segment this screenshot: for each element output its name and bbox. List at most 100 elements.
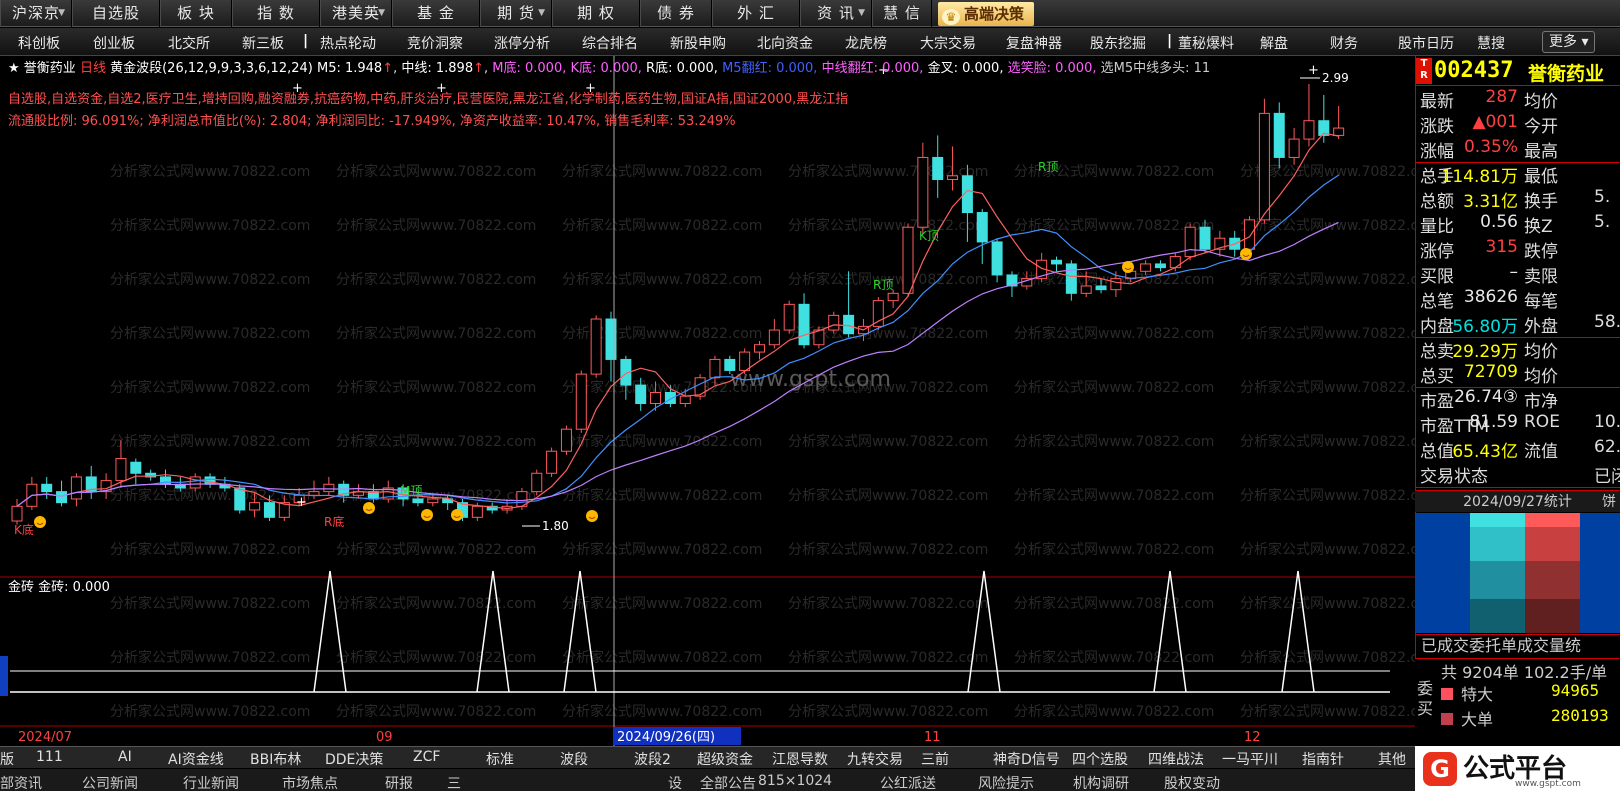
news-tab[interactable]: 三	[447, 773, 461, 791]
sub-menu-item[interactable]: 财务	[1330, 33, 1358, 53]
indicator-tab[interactable]: AI	[118, 749, 132, 765]
rdi-value: R底: 0.000,	[646, 61, 718, 76]
quote-row: 总额 3.31亿 换手 5.	[1416, 187, 1620, 212]
indicator-tab[interactable]: 波段2	[634, 749, 671, 769]
sub-menu-item[interactable]: 涨停分析	[494, 33, 550, 53]
top-menu-item[interactable]: 港美英 ▼	[320, 0, 392, 27]
indicator-tab[interactable]: 江恩导数	[772, 749, 828, 769]
indicator-tab[interactable]: 波段	[560, 749, 588, 769]
watermark-text: 分析家公式网www.70822.com	[1240, 379, 1415, 396]
quote-label-2: 今开	[1524, 117, 1558, 137]
news-tab[interactable]: 行业新闻	[183, 773, 239, 791]
candle-body	[234, 487, 246, 511]
top-menu-item[interactable]: 指 数	[232, 0, 320, 27]
sub-menu-item[interactable]: 解盘	[1260, 33, 1288, 53]
indicator-tab[interactable]: 其他	[1378, 749, 1406, 769]
watermark-text: 分析家公式网www.70822.com	[1014, 595, 1214, 612]
watermark-text: 分析家公式网www.70822.com	[336, 595, 536, 612]
favorite-star-icon[interactable]: ★	[8, 61, 20, 76]
indicator-tab[interactable]: 111	[36, 749, 63, 765]
indicator-tab[interactable]: 一马平川	[1222, 749, 1278, 769]
period-label[interactable]: 日线	[80, 61, 106, 76]
sub-menu-item[interactable]: 股东挖掘	[1090, 33, 1146, 53]
top-menu-item[interactable]: 基 金	[392, 0, 480, 27]
sub-menu-item[interactable]: 董秘爆料	[1178, 33, 1234, 53]
watermark-text: 分析家公式网www.70822.com	[1014, 487, 1214, 504]
top-menu-item[interactable]: 沪深京 ▼	[0, 0, 72, 27]
kline-chart[interactable]: 分析家公式网www.70822.com 分析家公式网www.70822.com 分析…	[0, 56, 1415, 746]
news-tab[interactable]: 全部公告	[700, 773, 756, 791]
sub-menu-item[interactable]: 综合排名	[582, 33, 638, 53]
indicator-tab[interactable]: 指南针	[1302, 749, 1344, 769]
order-side-label: 委买	[1416, 679, 1433, 718]
news-tab[interactable]: 公司新闻	[82, 773, 138, 791]
sub-menu-item[interactable]: 热点轮动	[320, 33, 376, 53]
news-tab[interactable]: 部资讯	[0, 773, 42, 791]
sub-menu-item[interactable]: 龙虎榜	[845, 33, 887, 53]
sub-menu-item[interactable]: 慧搜	[1477, 33, 1505, 53]
mtop-label: M顶	[400, 484, 422, 498]
chart-canvas[interactable]: 分析家公式网www.70822.com 分析家公式网www.70822.com 分析…	[0, 56, 1415, 746]
indicator-tab[interactable]: DDE决策	[325, 749, 383, 769]
xuanxiao-value: 选笑脸: 0.000,	[1007, 61, 1097, 76]
news-tab[interactable]: 股权变动	[1164, 773, 1220, 791]
indicator-tab[interactable]: 标准	[486, 749, 514, 769]
news-tab[interactable]: 风险提示	[978, 773, 1034, 791]
top-menu-item[interactable]: 债 券	[640, 0, 712, 27]
news-tab[interactable]: 机构调研	[1073, 773, 1129, 791]
sub-menu-item[interactable]: 竞价洞察	[407, 33, 463, 53]
news-tab[interactable]: 市场焦点	[282, 773, 338, 791]
news-tab[interactable]: 公红派送	[880, 773, 936, 791]
pie-chart-icon[interactable]: 饼	[1602, 491, 1616, 513]
indicator-tab[interactable]: ZCF	[413, 749, 440, 765]
news-tab[interactable]: 设	[668, 773, 682, 791]
top-menu-item[interactable]: 板 块	[160, 0, 232, 27]
tab-stub[interactable]: 版	[0, 749, 14, 769]
sub-menu-item[interactable]: 新股申购	[670, 33, 726, 53]
dropdown-arrow-icon[interactable]: ▼	[378, 0, 386, 27]
indicator-tab[interactable]: 四维战法	[1148, 749, 1204, 769]
sub-menu-item[interactable]: 北交所	[168, 33, 210, 53]
quote-row: 涨幅 0.35% 最高	[1416, 137, 1620, 162]
candle-body	[560, 428, 572, 452]
indicator-tab[interactable]: 超级资金	[697, 749, 753, 769]
indicator-tab[interactable]: 九转交易	[847, 749, 903, 769]
sub-menu-item[interactable]: 复盘神器	[1006, 33, 1062, 53]
candle-body	[1258, 112, 1270, 221]
order-stat-title: 已成交委托单成交量统	[1415, 634, 1620, 656]
indicator-tab[interactable]: BBI布林	[250, 749, 301, 769]
top-menu-item[interactable]: 自选股	[72, 0, 160, 27]
dropdown-arrow-icon[interactable]: ▼	[58, 0, 66, 27]
top-menu-item[interactable]: 期 货 ▼	[480, 0, 552, 27]
top-menu-item[interactable]: 慧 信	[872, 0, 932, 27]
news-tab[interactable]: 815×1024	[758, 773, 832, 789]
premium-decision-button[interactable]: ♛ 高端决策	[938, 2, 1035, 26]
indicator-tab[interactable]: 神奇D信号	[993, 749, 1060, 769]
top-menu-item[interactable]: 期 权	[552, 0, 640, 27]
dropdown-arrow-icon[interactable]: ▼	[538, 0, 546, 27]
watermark-text: 分析家公式网www.70822.com	[336, 649, 536, 666]
indicator-tab[interactable]: 三前	[921, 749, 949, 769]
sub-menu-item[interactable]: 大宗交易	[920, 33, 976, 53]
sub-menu-item[interactable]: 科创板	[18, 33, 60, 53]
top-menu-item[interactable]: 外 汇	[712, 0, 800, 27]
quote-label: 买限	[1420, 267, 1454, 287]
candle-body	[412, 498, 424, 504]
sub-menu-item[interactable]: 股市日历	[1398, 33, 1454, 53]
news-tab[interactable]: 研报	[385, 773, 413, 791]
smiley-icon	[451, 509, 463, 521]
watermark-text: 分析家公式网www.70822.com	[336, 325, 536, 342]
candle-body	[739, 351, 751, 371]
indicator-tab[interactable]: 四个选股	[1072, 749, 1128, 769]
watermark-text: 分析家公式网www.70822.com	[1240, 649, 1415, 666]
dropdown-arrow-icon[interactable]: ▼	[858, 0, 866, 27]
sub-menu-item[interactable]: 新三板	[242, 33, 284, 53]
top-menu-item[interactable]: 资 讯 ▼	[800, 0, 872, 27]
formula-label[interactable]: 黄金波段(26,12,9,9,3,3,6,12,24)	[110, 61, 313, 76]
quote-value: 114.81万	[1441, 167, 1518, 187]
more-button[interactable]: 更多 ▾	[1542, 31, 1596, 53]
indicator-tab[interactable]: AI资金线	[168, 749, 224, 769]
sub-menu-item[interactable]: 创业板	[93, 33, 135, 53]
left-scroll-marker	[0, 656, 8, 696]
sub-menu-item[interactable]: 北向资金	[757, 33, 813, 53]
